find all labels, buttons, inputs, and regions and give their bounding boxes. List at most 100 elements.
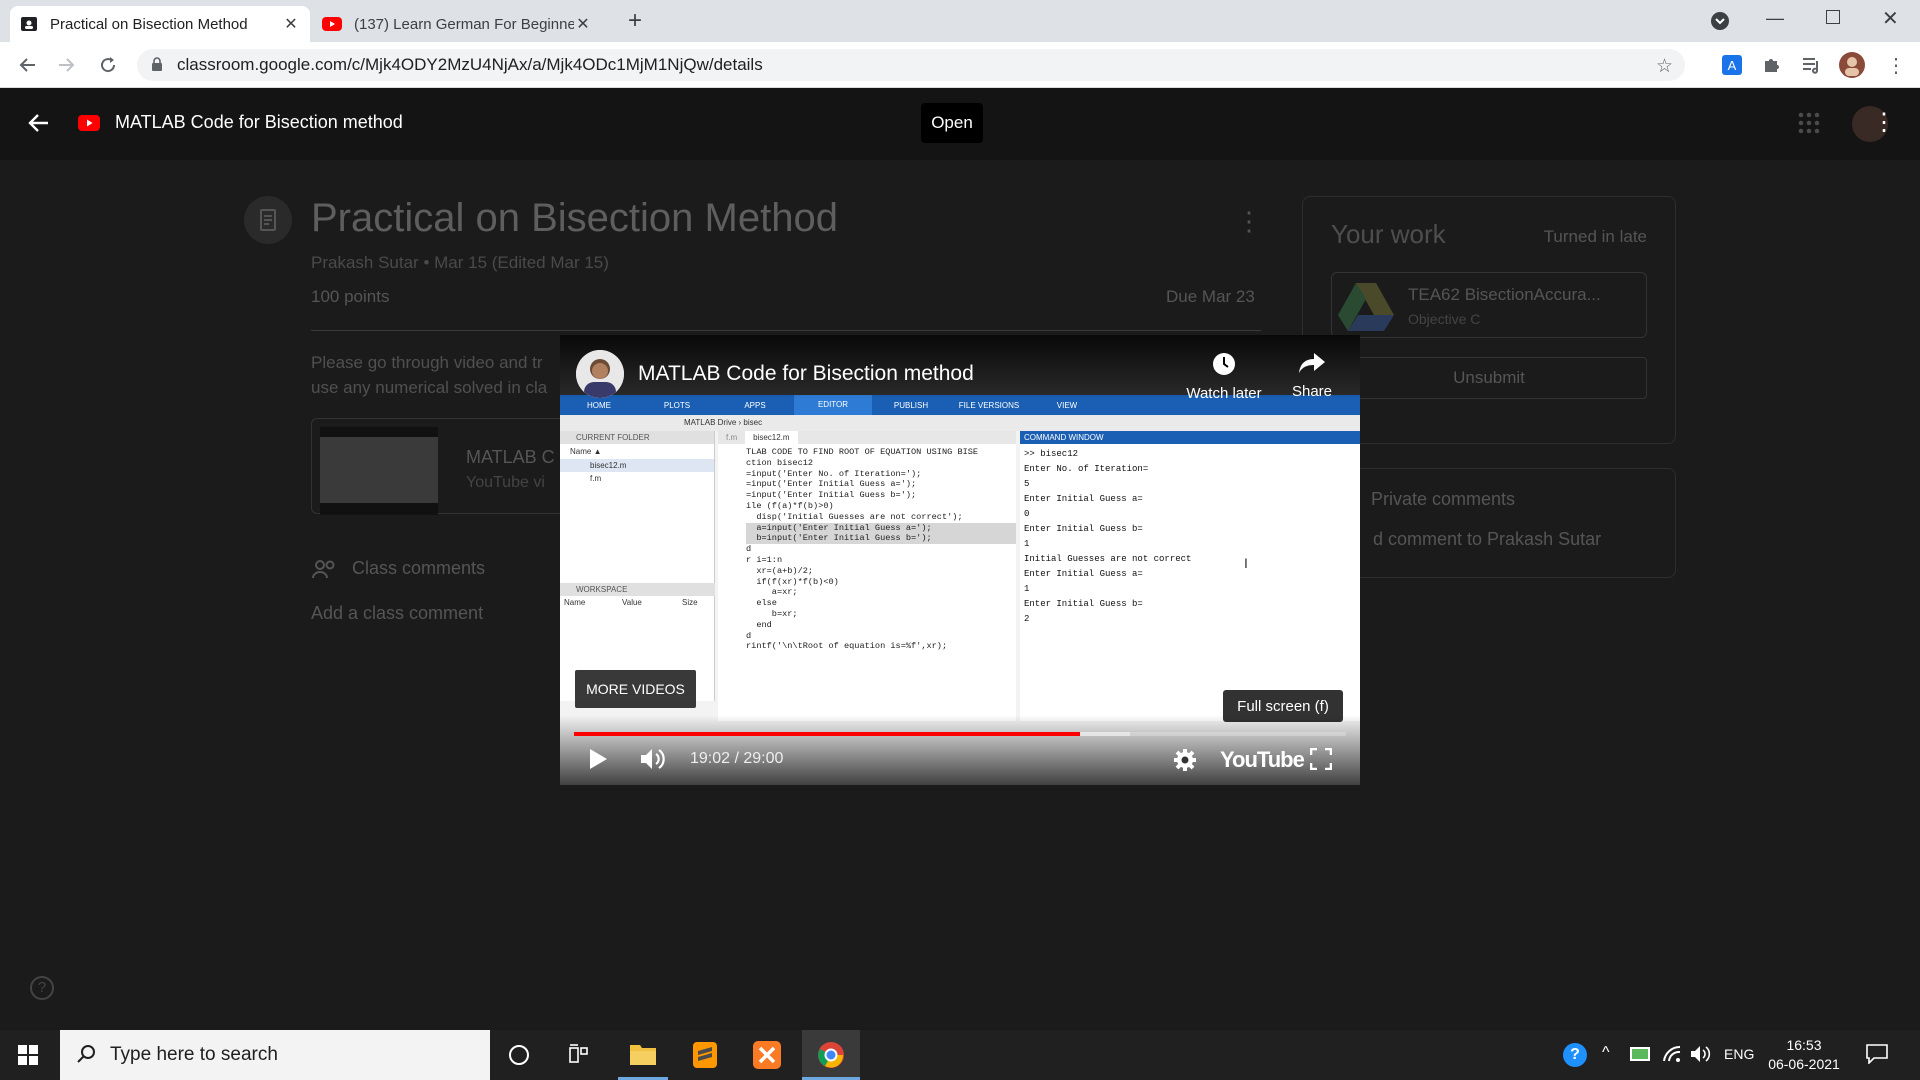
tab-search-icon[interactable] bbox=[1710, 11, 1730, 31]
close-tab-icon[interactable]: ✕ bbox=[574, 15, 592, 33]
play-icon[interactable] bbox=[588, 748, 608, 770]
volume-icon[interactable] bbox=[640, 748, 666, 770]
more-videos-button[interactable]: MORE VIDEOS bbox=[575, 670, 696, 708]
cortana-icon[interactable] bbox=[509, 1045, 529, 1065]
text-cursor-icon: I bbox=[1244, 555, 1248, 571]
viewer-more-icon[interactable]: ⋮ bbox=[1872, 108, 1896, 137]
task-view-icon[interactable] bbox=[568, 1044, 590, 1066]
youtube-logo[interactable]: YouTube bbox=[1220, 747, 1305, 773]
language-indicator[interactable]: ENG bbox=[1724, 1046, 1754, 1062]
channel-avatar[interactable] bbox=[576, 350, 624, 398]
video-title[interactable]: MATLAB Code for Bisection method bbox=[638, 362, 974, 386]
workspace-columns: Name Value Size bbox=[564, 598, 698, 607]
close-window-icon[interactable]: ✕ bbox=[1882, 6, 1899, 31]
settings-gear-icon[interactable] bbox=[1173, 748, 1197, 772]
command-line: 1 bbox=[1024, 584, 1030, 594]
assignment-title: Practical on Bisection Method bbox=[311, 196, 838, 240]
code-line: =input('Enter Initial Guess a='); bbox=[746, 479, 917, 490]
watch-later-button[interactable]: Watch later bbox=[1160, 351, 1288, 402]
tab-youtube[interactable]: (137) Learn German For Beginner ✕ bbox=[312, 6, 602, 42]
submitted-file-card[interactable]: TEA62 BisectionAccura... Objective C bbox=[1331, 272, 1647, 338]
xampp-icon[interactable] bbox=[742, 1030, 792, 1080]
ribbon-tab: PLOTS bbox=[663, 400, 691, 410]
forward-icon[interactable] bbox=[52, 51, 80, 79]
tab-classroom[interactable]: Practical on Bisection Method ✕ bbox=[10, 6, 310, 42]
chrome-menu-icon[interactable]: ⋮ bbox=[1882, 51, 1910, 79]
taskbar-search-box[interactable]: Type here to search bbox=[60, 1030, 490, 1080]
code-line: b=xr; bbox=[746, 608, 798, 619]
watch-later-label: Watch later bbox=[1186, 385, 1262, 402]
assignment-due: Due Mar 23 bbox=[1166, 287, 1255, 306]
sublime-text-icon[interactable] bbox=[680, 1030, 730, 1080]
viewer-top-bar: MATLAB Code for Bisection method Open ⋮ bbox=[0, 88, 1920, 160]
command-line: 1 bbox=[1024, 539, 1030, 549]
minimize-icon[interactable]: — bbox=[1766, 8, 1784, 29]
class-comments-label: Class comments bbox=[352, 558, 486, 578]
show-hidden-icons-icon[interactable]: ^ bbox=[1602, 1044, 1610, 1062]
class-comments-icon bbox=[311, 558, 339, 580]
youtube-attachment-card[interactable]: MATLAB C YouTube vi bbox=[311, 418, 571, 515]
address-bar[interactable]: classroom.google.com/c/Mjk4ODY2MzU4NjAx/… bbox=[137, 49, 1685, 81]
search-icon bbox=[76, 1044, 96, 1064]
command-line: Enter Initial Guess b= bbox=[1024, 524, 1143, 534]
command-output: >> bisec12 Enter No. of Iteration= 5 Enter … bbox=[1020, 444, 1360, 627]
clock[interactable]: 16:53 06-06-2021 bbox=[1764, 1036, 1844, 1074]
share-button[interactable]: Share bbox=[1272, 351, 1352, 400]
instructions-line: Please go through video and tr bbox=[311, 353, 543, 372]
windows-start-icon[interactable] bbox=[18, 1045, 38, 1065]
url-text: classroom.google.com/c/Mjk4ODY2MzU4NjAx/… bbox=[177, 55, 763, 74]
tab-title: (137) Learn German For Beginner bbox=[354, 15, 574, 33]
back-icon[interactable] bbox=[14, 51, 42, 79]
chrome-taskbar-icon[interactable] bbox=[802, 1030, 860, 1080]
speaker-icon[interactable] bbox=[1690, 1045, 1712, 1063]
add-private-comment-link[interactable]: d comment to Prakash Sutar bbox=[1373, 529, 1601, 550]
unsubmit-button[interactable]: Unsubmit bbox=[1331, 357, 1647, 399]
video-player[interactable]: HOME PLOTS APPS EDITOR PUBLISH FILE VERS… bbox=[560, 335, 1360, 785]
attachment-subtitle: YouTube vi bbox=[466, 474, 545, 491]
open-button[interactable]: Open bbox=[921, 103, 983, 143]
reload-icon[interactable] bbox=[94, 51, 122, 79]
code-line: end bbox=[746, 619, 772, 630]
viewer-title: MATLAB Code for Bisection method bbox=[115, 112, 403, 132]
command-window-label: COMMAND WINDOW bbox=[1020, 431, 1360, 444]
ribbon-tab: HOME bbox=[587, 400, 611, 410]
assignment-points: 100 points bbox=[311, 287, 390, 306]
classroom-favicon-icon bbox=[20, 15, 38, 33]
command-line: Enter Initial Guess a= bbox=[1024, 494, 1143, 504]
fullscreen-icon[interactable] bbox=[1310, 748, 1332, 770]
progress-bar[interactable] bbox=[574, 732, 1346, 736]
code-line: =input('Enter Initial Guess b='); bbox=[746, 490, 917, 501]
extensions-puzzle-icon[interactable] bbox=[1758, 51, 1786, 79]
command-line: >> bisec12 bbox=[1024, 449, 1079, 459]
command-line: Enter Initial Guess a= bbox=[1024, 569, 1143, 579]
name-column: Name ▲ bbox=[570, 447, 602, 456]
profile-avatar[interactable] bbox=[1838, 51, 1866, 79]
code-line: d bbox=[746, 630, 752, 641]
viewer-back-icon[interactable] bbox=[28, 112, 50, 134]
code-line: ile (f(a)*f(b)>0) bbox=[746, 500, 834, 511]
help-tray-icon[interactable]: ? bbox=[1563, 1043, 1587, 1067]
add-class-comment-link[interactable]: Add a class comment bbox=[311, 603, 483, 624]
code-line: a=xr; bbox=[746, 587, 798, 598]
battery-icon[interactable] bbox=[1630, 1047, 1650, 1061]
lock-icon bbox=[151, 57, 163, 72]
help-icon[interactable]: ? bbox=[30, 976, 54, 1000]
assignment-icon bbox=[244, 196, 292, 244]
media-queue-icon[interactable] bbox=[1798, 51, 1826, 79]
extension-a-icon[interactable]: A bbox=[1718, 51, 1746, 79]
share-label: Share bbox=[1291, 383, 1333, 400]
code-line: a=input('Enter Initial Guess a='); bbox=[746, 522, 1016, 534]
more-options-icon[interactable]: ⋮ bbox=[1236, 206, 1262, 237]
file-name: TEA62 BisectionAccura... bbox=[1408, 285, 1601, 304]
close-tab-icon[interactable]: ✕ bbox=[282, 15, 300, 33]
wifi-icon[interactable] bbox=[1662, 1045, 1682, 1063]
restore-icon[interactable] bbox=[1826, 10, 1840, 24]
editor-tabs: f.m bisec12.m bbox=[718, 431, 1016, 444]
command-window: COMMAND WINDOW >> bisec12 Enter No. of It… bbox=[1020, 431, 1360, 721]
apps-grid-icon[interactable] bbox=[1798, 112, 1820, 134]
file-explorer-icon[interactable] bbox=[618, 1030, 668, 1080]
notifications-icon[interactable] bbox=[1866, 1044, 1888, 1064]
bookmark-star-icon[interactable]: ☆ bbox=[1656, 55, 1673, 78]
ribbon-tab: FILE VERSIONS bbox=[958, 400, 1020, 410]
new-tab-button[interactable]: + bbox=[622, 9, 648, 35]
